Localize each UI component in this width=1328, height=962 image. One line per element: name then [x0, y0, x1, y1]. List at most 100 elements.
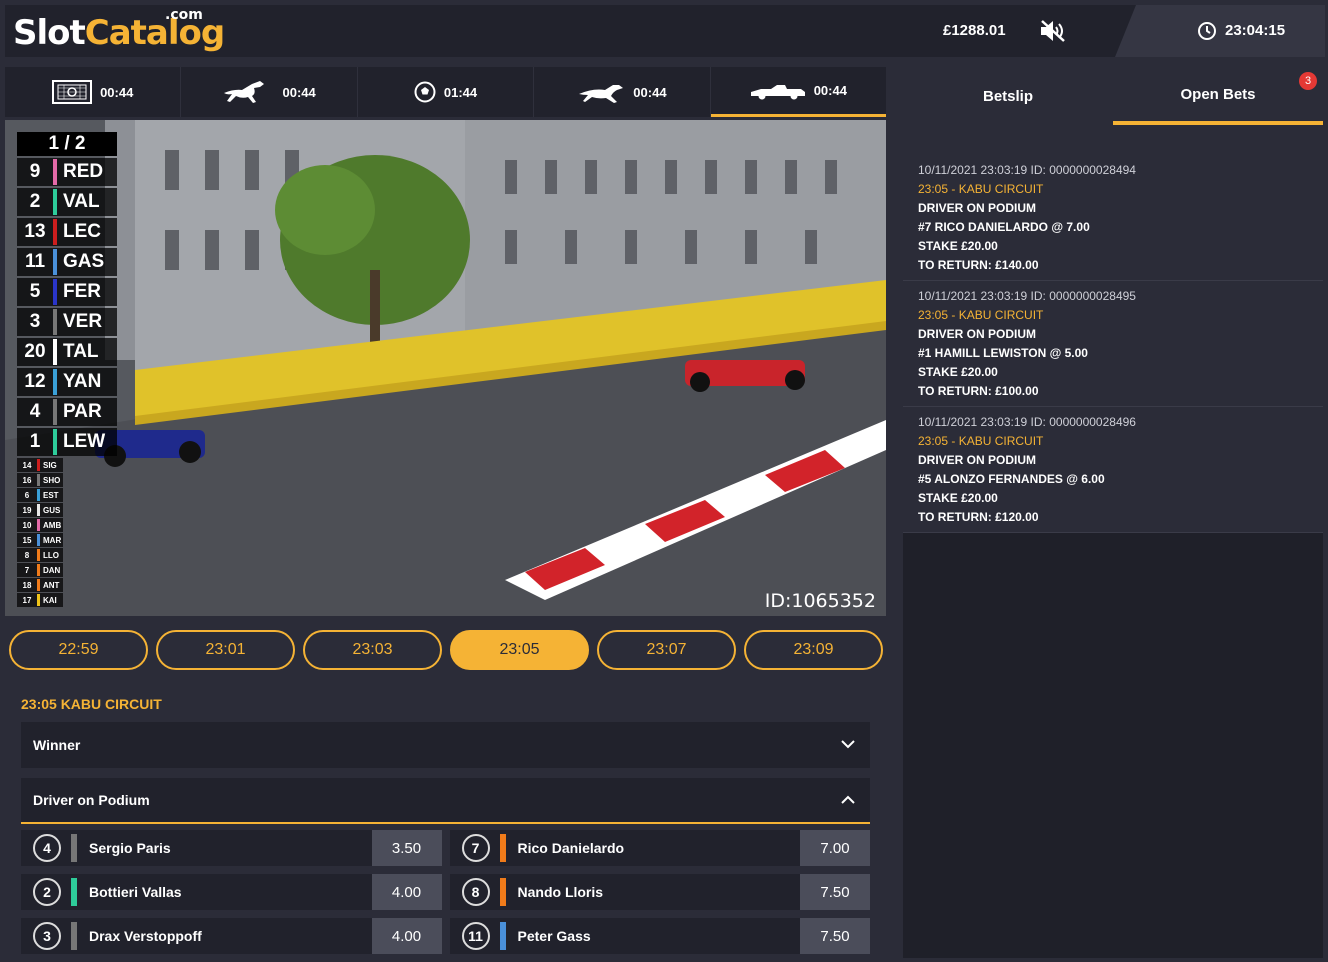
leaderboard-row: 9 RED — [17, 158, 117, 186]
runner-color-bar — [499, 834, 506, 862]
tab-horse-racing[interactable]: 00:44 — [181, 67, 358, 117]
driver-position-number: 1 — [29, 431, 41, 452]
driver-abbreviation: GAS — [63, 251, 105, 272]
runner: 3 Drax Verstoppoff 4.00 — [21, 918, 442, 954]
runner-number: 11 — [461, 922, 490, 950]
football-icon — [414, 81, 436, 103]
driver-position-number: 13 — [24, 221, 46, 242]
market-winner[interactable]: Winner — [21, 722, 870, 768]
driver-abbreviation: AMB — [43, 520, 62, 530]
tab-horse-time: 00:44 — [282, 84, 316, 100]
speaker-muted-icon[interactable] — [1038, 19, 1066, 43]
driver-abbreviation: SHO — [43, 475, 61, 485]
driver-abbreviation: SIG — [43, 460, 57, 470]
chevron-down-icon — [841, 740, 855, 749]
odds-button[interactable]: 4.00 — [371, 874, 442, 910]
logo-catalog-text: Catalog — [84, 13, 225, 53]
driver-position-number: 14 — [22, 460, 32, 470]
race-time-button[interactable]: 23:03 — [303, 630, 442, 670]
leaderboard-row-small: 8 LLO — [17, 548, 63, 562]
race-time-button[interactable]: 23:09 — [744, 630, 883, 670]
clock-time: 23:04:15 — [1225, 22, 1286, 39]
leaderboard-row: 5 FER — [17, 278, 117, 306]
tab-open-bets-label: Open Bets — [1180, 85, 1256, 103]
driver-abbreviation: KAI — [43, 595, 57, 605]
runner: 7 Rico Danielardo 7.00 — [449, 830, 870, 866]
driver-abbreviation: TAL — [63, 341, 99, 362]
driver-position-number: 2 — [29, 191, 41, 212]
runner-color-bar — [71, 922, 77, 950]
bets-panel: Betslip Open Bets 3 10/11/2021 23:03:19 … — [903, 67, 1323, 958]
driver-abbreviation: VAL — [63, 191, 100, 212]
leaderboard-row: 1 LEW — [17, 428, 117, 456]
driver-position-number: 4 — [29, 401, 41, 422]
bet-return: TO RETURN: £100.00 — [918, 384, 1039, 398]
bet-meta: 10/11/2021 23:03:19 ID: 0000000028496 — [918, 415, 1136, 429]
driver-position-number: 11 — [24, 251, 46, 272]
driver-abbreviation: VER — [63, 311, 103, 332]
odds-button[interactable]: 7.00 — [800, 830, 870, 866]
keno-icon — [52, 80, 93, 104]
bets-panel-tabs: Betslip Open Bets 3 — [903, 67, 1323, 125]
runner-name: Rico Danielardo — [517, 840, 625, 856]
bet-race: 23:05 - KABU CIRCUIT — [918, 434, 1044, 448]
odds-button[interactable]: 4.00 — [371, 918, 442, 954]
open-bets-list: 10/11/2021 23:03:19 ID: 0000000028494 23:… — [903, 155, 1323, 533]
open-bet-card: 10/11/2021 23:03:19 ID: 0000000028495 23:… — [903, 281, 1323, 407]
runner-name: Sergio Paris — [89, 840, 171, 856]
runner-name: Drax Verstoppoff — [89, 928, 202, 944]
driver-position-number: 15 — [22, 535, 32, 545]
driver-position-number: 17 — [22, 595, 32, 605]
leaderboard-row: 13 LEC — [17, 218, 117, 246]
site-logo[interactable]: SlotCatalog .com — [13, 7, 225, 53]
driver-position-number: 12 — [24, 371, 46, 392]
runner-name: Peter Gass — [517, 928, 591, 944]
race-id: ID:1065352 — [764, 590, 876, 612]
leaderboard-row: 4 PAR — [17, 398, 117, 426]
driver-abbreviation: LEC — [63, 221, 101, 242]
odds-button[interactable]: 7.50 — [800, 874, 870, 910]
odds-button[interactable]: 7.50 — [800, 918, 870, 954]
chevron-up-icon — [841, 795, 855, 804]
tab-betslip[interactable]: Betslip — [903, 67, 1113, 125]
leaderboard-row-small: 19 GUS — [17, 503, 63, 517]
leaderboard-row: 20 TAL — [17, 338, 117, 366]
bet-meta: 10/11/2021 23:03:19 ID: 0000000028494 — [918, 163, 1136, 177]
race-title: 23:05 KABU CIRCUIT — [21, 696, 162, 712]
runner: 4 Sergio Paris 3.50 — [21, 830, 442, 866]
driver-abbreviation: LLO — [43, 550, 59, 560]
tab-motor-racing[interactable]: 00:44 — [710, 67, 887, 117]
driver-abbreviation: LEW — [63, 431, 106, 452]
race-time-button[interactable]: 22:59 — [9, 630, 148, 670]
panel-spacer — [903, 125, 1323, 155]
tab-greyhound-time: 00:44 — [633, 84, 667, 100]
race-car-icon — [750, 84, 805, 99]
bet-stake: STAKE £20.00 — [918, 239, 998, 253]
odds-button[interactable]: 3.50 — [371, 830, 442, 866]
race-time-button[interactable]: 23:07 — [597, 630, 736, 670]
tab-motor-time: 00:44 — [813, 83, 847, 98]
driver-abbreviation: EST — [43, 490, 59, 500]
race-time-button-active[interactable]: 23:05 — [450, 630, 589, 670]
tab-keno[interactable]: 00:44 — [5, 67, 182, 117]
runner: 11 Peter Gass 7.50 — [449, 918, 870, 954]
runner: 2 Bottieri Vallas 4.00 — [21, 874, 442, 910]
race-time-button[interactable]: 23:01 — [156, 630, 295, 670]
driver-position-number: 6 — [24, 490, 30, 500]
tab-football[interactable]: 01:44 — [358, 67, 535, 117]
tab-greyhounds[interactable]: 00:44 — [534, 67, 711, 117]
bet-selection: #1 HAMILL LEWISTON @ 5.00 — [918, 346, 1088, 360]
driver-position-number: 9 — [29, 161, 41, 182]
leaderboard-row: 12 YAN — [17, 368, 117, 396]
market-driver-on-podium[interactable]: Driver on Podium — [21, 778, 870, 824]
market-winner-label: Winner — [33, 737, 81, 753]
sport-tabs: 00:44 00:44 01:44 00:44 00:44 — [5, 67, 887, 117]
driver-position-number: 5 — [29, 281, 41, 302]
tab-open-bets[interactable]: Open Bets 3 — [1113, 67, 1323, 125]
open-bets-count-badge: 3 — [1299, 72, 1317, 90]
bet-market: DRIVER ON PODIUM — [918, 453, 1037, 467]
driver-position-number: 10 — [22, 520, 32, 530]
runner-color-bar — [499, 878, 506, 906]
clock-icon — [1198, 22, 1216, 40]
open-bet-card: 10/11/2021 23:03:19 ID: 0000000028496 23:… — [903, 407, 1323, 533]
